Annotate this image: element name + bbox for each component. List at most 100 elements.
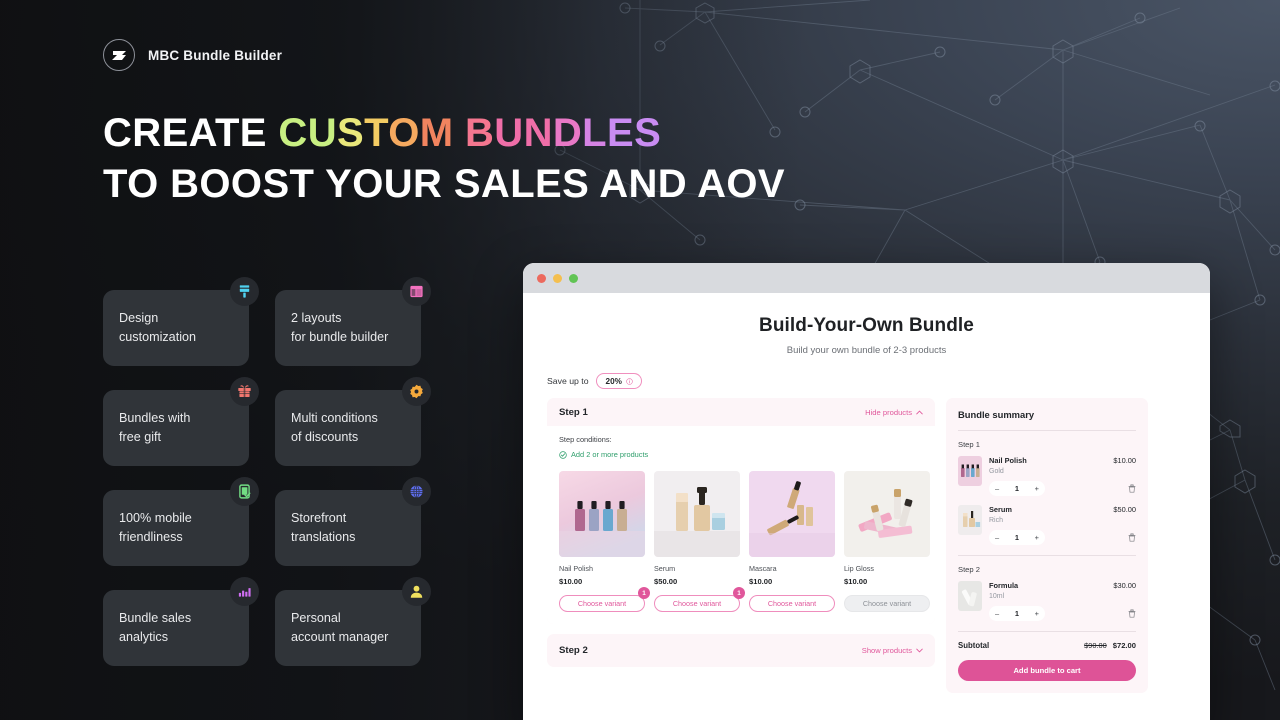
summary-item-name: Serum: [989, 505, 1013, 514]
product-image-nail-polish: [559, 471, 645, 557]
feature-label: Bundle sales analytics: [119, 611, 192, 644]
feature-card-2-layouts[interactable]: 2 layouts for bundle builder: [275, 277, 431, 366]
step2-panel: Step 2 Show products: [547, 634, 935, 667]
choose-variant-button[interactable]: Choose variant: [559, 595, 645, 612]
product-image-lip-gloss: [844, 471, 930, 557]
product-name: Lip Gloss: [844, 564, 874, 573]
summary-item-variant: Gold: [989, 468, 1004, 475]
minimize-yellow-icon[interactable]: [553, 273, 562, 283]
choose-variant-button[interactable]: Choose variant: [654, 595, 740, 612]
subtotal-label: Subtotal: [958, 641, 990, 650]
quantity-stepper[interactable]: – 1 +: [989, 606, 1045, 621]
add-bundle-to-cart-button[interactable]: Add bundle to cart: [958, 660, 1136, 681]
product-price: $50.00: [654, 577, 678, 586]
decrement-button[interactable]: –: [995, 484, 999, 493]
choose-variant-button[interactable]: Choose variant: [749, 595, 835, 612]
feature-card-personal-account-manager[interactable]: Personal account manager: [275, 577, 431, 666]
feature-card-storefront-translations[interactable]: Storefront translations: [275, 477, 431, 566]
product-name: Nail Polish: [559, 564, 593, 573]
quantity-stepper[interactable]: – 1 +: [989, 481, 1045, 496]
brand-name: MBC Bundle Builder: [148, 47, 283, 63]
feature-card-multi-conditions[interactable]: Multi conditions of discounts: [275, 377, 431, 466]
summary-thumb-nail-polish: [958, 456, 982, 486]
headline-line1-plain: CREATE: [103, 111, 279, 155]
paintbrush-icon: [230, 277, 259, 306]
increment-button[interactable]: +: [1035, 484, 1039, 493]
builder-layout: Step 1 Hide products Step conditions: Ad…: [547, 398, 1186, 693]
trash-icon[interactable]: [1128, 609, 1136, 618]
product-card[interactable]: Mascara $10.00 Choose variant: [749, 471, 835, 612]
summary-item-variant: Rich: [989, 517, 1004, 524]
feature-card-mobile-friendliness[interactable]: 100% mobile friendliness: [103, 477, 259, 566]
headline-line2: TO BOOST YOUR SALES AND AOV: [103, 162, 785, 206]
step2-toggle-label: Show products: [861, 646, 912, 655]
product-price: $10.00: [559, 577, 583, 586]
chevron-up-icon: [916, 410, 923, 415]
product-price: $10.00: [749, 577, 773, 586]
product-list: Nail Polish $10.00 Choose variant 1 Seru…: [559, 471, 930, 612]
divider: [958, 555, 1136, 556]
mobile-check-icon: [230, 477, 259, 506]
product-card[interactable]: Serum $50.00 Choose variant 1: [654, 471, 745, 612]
quantity-value: 1: [1014, 484, 1019, 493]
save-up-to-row: Save up to 20%: [547, 373, 1186, 389]
summary-item: Serum $50.00 Rich – 1 +: [958, 505, 1136, 545]
increment-button[interactable]: +: [1035, 533, 1039, 542]
product-name: Serum: [654, 564, 676, 573]
feature-card-bundles-free-gift[interactable]: Bundles with free gift: [103, 377, 259, 466]
quantity-value: 1: [1014, 533, 1019, 542]
step-condition-text: Add 2 or more products: [571, 450, 649, 459]
summary-item-price: $30.00: [1113, 581, 1136, 590]
trash-icon[interactable]: [1128, 533, 1136, 542]
decrement-button[interactable]: –: [995, 609, 999, 618]
step1-toggle-label: Hide products: [865, 408, 912, 417]
quantity-stepper[interactable]: – 1 +: [989, 530, 1045, 545]
steps-column: Step 1 Hide products Step conditions: Ad…: [547, 398, 935, 667]
step2-toggle-button[interactable]: Show products: [862, 646, 923, 655]
decrement-button[interactable]: –: [995, 533, 999, 542]
summary-step-label: Step 2: [958, 565, 980, 574]
product-image-mascara: [749, 471, 835, 557]
subtotal-original-price: $90.00: [1084, 641, 1107, 650]
summary-item-name: Nail Polish: [989, 456, 1027, 465]
step2-header: Step 2 Show products: [547, 634, 935, 667]
feature-card-design-customization[interactable]: Design customization: [103, 277, 259, 366]
feature-label: 100% mobile friendliness: [119, 511, 192, 544]
save-label: Save up to: [547, 376, 589, 386]
step1-toggle-button[interactable]: Hide products: [865, 408, 923, 417]
feature-card-bundle-sales-analytics[interactable]: Bundle sales analytics: [103, 577, 259, 666]
landing-page: MBC Bundle Builder CREATE CUSTOM BUNDLES…: [0, 0, 1280, 720]
product-image-serum: [654, 471, 740, 557]
increment-button[interactable]: +: [1035, 609, 1039, 618]
product-card[interactable]: Lip Gloss $10.00 Choose variant: [844, 471, 930, 612]
headline-gradient-c: C: [278, 111, 308, 155]
summary-item-price: $10.00: [1113, 456, 1136, 465]
summary-item: Formula $30.00 10ml – 1 +: [958, 581, 1136, 621]
bundle-summary-panel: Bundle summary Step 1 Nail Polish $10.00…: [946, 398, 1148, 693]
product-name: Mascara: [749, 564, 777, 573]
close-red-icon[interactable]: [537, 273, 546, 283]
user-icon: [402, 577, 431, 606]
step2-title: Step 2: [559, 645, 588, 656]
feature-label: 2 layouts for bundle builder: [291, 311, 389, 344]
divider: [958, 631, 1136, 632]
chevron-down-icon: [916, 648, 923, 653]
discount-badge[interactable]: 20%: [595, 373, 642, 389]
step-condition-item: Add 2 or more products: [559, 450, 923, 459]
summary-thumb-formula: [958, 581, 982, 611]
feature-label: Bundles with free gift: [119, 411, 191, 444]
summary-item: Nail Polish $10.00 Gold – 1 +: [958, 456, 1136, 496]
product-card[interactable]: Nail Polish $10.00 Choose variant 1: [559, 471, 650, 612]
feature-label: Multi conditions of discounts: [291, 411, 378, 444]
choose-variant-button-disabled[interactable]: Choose variant: [844, 595, 930, 612]
mbc-logo-icon: [103, 39, 135, 71]
summary-item-price: $50.00: [1113, 505, 1136, 514]
info-circle-icon: [626, 377, 633, 385]
maximize-green-icon[interactable]: [569, 273, 578, 283]
trash-icon[interactable]: [1128, 484, 1136, 493]
feature-label: Design customization: [119, 311, 196, 344]
bundle-summary-title: Bundle summary: [958, 409, 1035, 420]
brand-logo: MBC Bundle Builder: [103, 39, 282, 71]
bar-chart-icon: [230, 577, 259, 606]
feature-card-grid: Design customization 2 layouts for bundl…: [103, 277, 431, 666]
